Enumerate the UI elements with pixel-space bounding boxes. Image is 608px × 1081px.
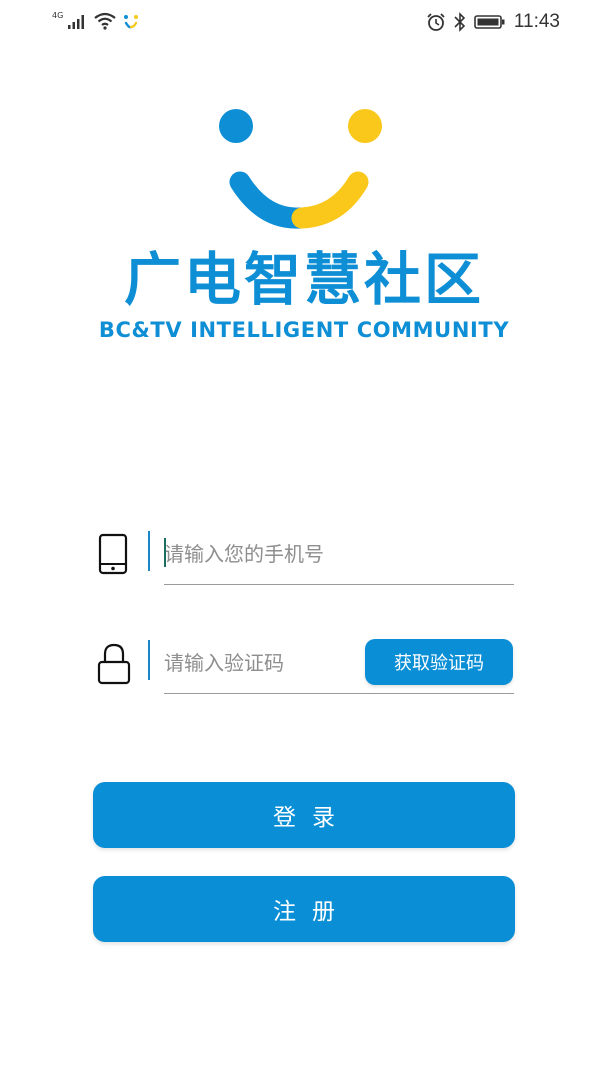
phone-field-divider [148,531,150,571]
smile-logo-icon [219,109,382,229]
bluetooth-icon [454,12,465,32]
register-button[interactable]: 注册 [93,876,515,942]
status-bar: 4G 11:43 [0,0,608,46]
logo-title-cn: 广电智慧社区 [124,247,484,313]
lock-icon [97,643,131,685]
get-verification-code-button[interactable]: 获取验证码 [365,639,513,685]
network-type-label: 4G [52,11,64,20]
phone-number-input[interactable] [164,525,509,583]
phone-field-row [96,525,516,585]
phone-icon [98,533,128,575]
code-field-divider [148,640,150,680]
alarm-icon [427,13,445,31]
wifi-icon [94,12,116,30]
status-time: 11:43 [513,11,560,32]
code-field-row: 获取验证码 [96,634,516,694]
status-bar-left: 4G [52,11,139,30]
status-bar-right: 11:43 [426,11,560,33]
phone-field-underline [164,584,514,585]
code-field-underline [164,693,514,694]
battery-icon [474,15,505,29]
verification-code-input[interactable] [164,634,359,692]
app-notification-icon [124,15,139,29]
signal-icon [68,15,85,29]
text-caret [164,538,166,567]
login-button[interactable]: 登录 [93,782,515,848]
logo-title-en: BC&TV INTELLIGENT COMMUNITY [98,318,510,342]
